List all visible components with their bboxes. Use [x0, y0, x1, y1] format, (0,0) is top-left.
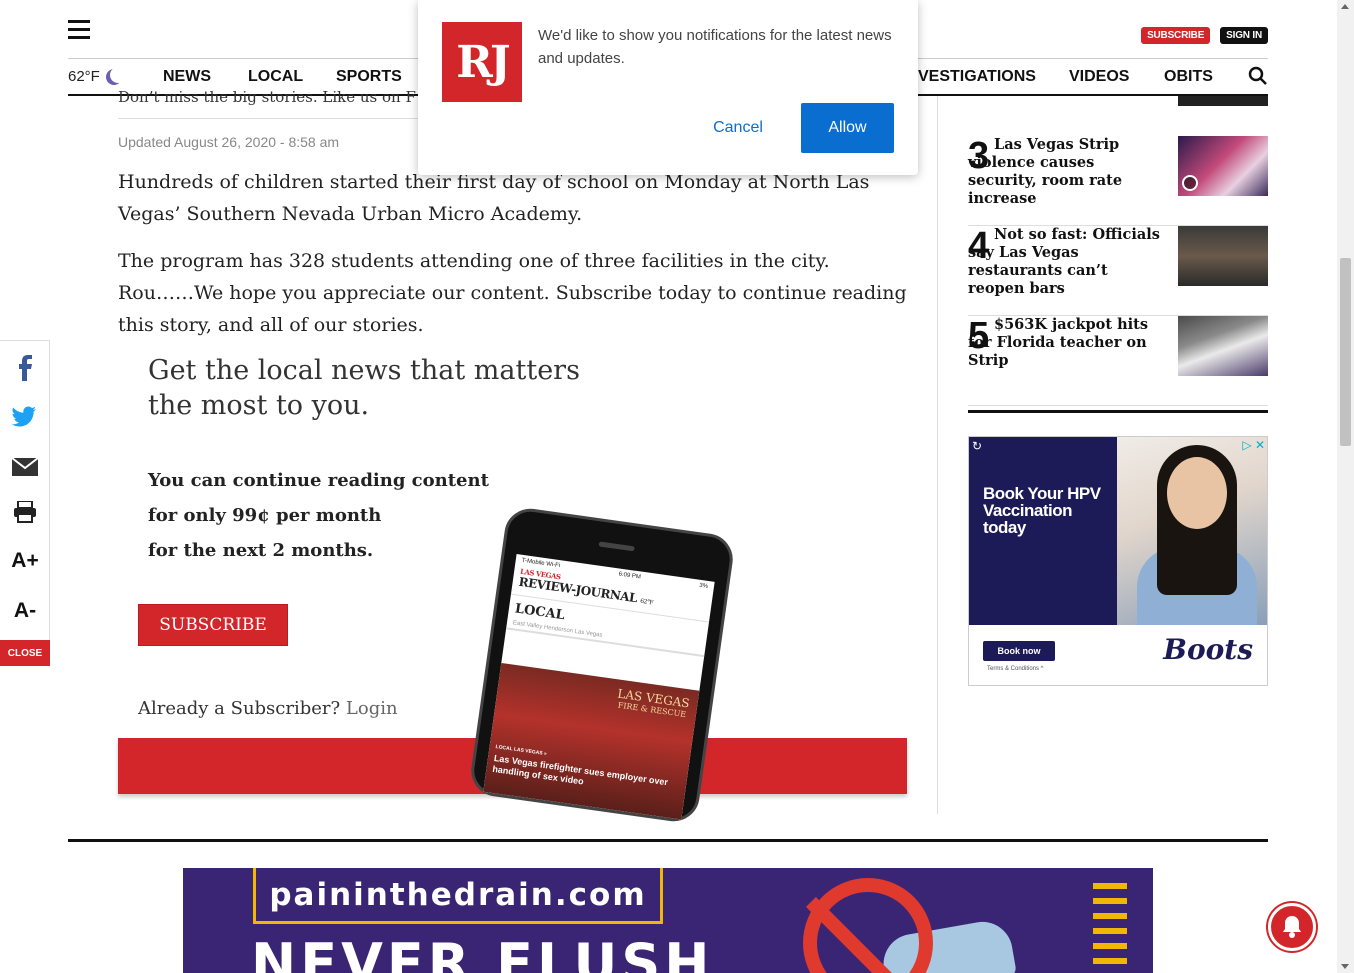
nav-investigations[interactable]: VESTIGATIONS [918, 68, 1036, 86]
signin-button[interactable]: SIGN IN [1220, 27, 1268, 44]
share-close-button[interactable]: CLOSE [0, 640, 50, 666]
nav-sports[interactable]: SPORTS [336, 68, 402, 86]
trending-thumbnail[interactable] [1178, 136, 1268, 196]
ad-headline-line: Vaccination [983, 501, 1072, 520]
banner-headline: NEVER FLUSH [251, 932, 714, 973]
article-paragraph: Hundreds of children started their first… [118, 171, 870, 225]
article-updated: Updated August 26, 2020 - 8:58 am [118, 134, 340, 150]
section-rule [68, 839, 1268, 842]
twitter-icon[interactable] [0, 406, 50, 428]
font-decrease-button[interactable]: A- [0, 599, 50, 623]
trending-item[interactable]: 4 Not so fast: Officials say Las Vegas r… [968, 226, 1268, 316]
article-promo-line: Don’t miss the big stories. Like us on F [118, 88, 416, 106]
phone-screen: T-Mobile Wi-Fi 6:09 PM 3% LAS VEGAS REVI… [483, 554, 715, 820]
display-ad[interactable]: ↻ Book Your HPV Vaccination today ▷ ✕ Bo… [968, 436, 1268, 686]
banner-stripes [1093, 883, 1127, 973]
ad-navy-panel: ↻ Book Your HPV Vaccination today [969, 437, 1117, 625]
scroll-up-arrow[interactable] [1341, 4, 1349, 9]
divider [118, 118, 418, 119]
ad-book-button[interactable]: Book now [983, 641, 1055, 661]
banner-url: paininthedrain.com [253, 868, 663, 924]
notification-bell-icon[interactable] [1268, 903, 1316, 951]
cancel-button[interactable]: Cancel [696, 103, 780, 153]
adchoices-icon[interactable]: ▷ ✕ [1242, 438, 1265, 452]
phone-illustration: T-Mobile Wi-Fi 6:09 PM 3% LAS VEGAS REVI… [467, 505, 737, 825]
weather-temp: 62°F [68, 68, 100, 85]
trending-title[interactable]: Las Vegas Strip violence causes security… [968, 136, 1168, 208]
trending-item[interactable]: 5 $563K jackpot hits for Florida teacher… [968, 316, 1268, 406]
paywall-offer-line: for the next 2 months. [148, 540, 374, 561]
phone-battery: 3% [698, 582, 709, 590]
allow-button[interactable]: Allow [801, 103, 894, 153]
phone-caption: LOCAL LAS VEGAS » Las Vegas firefighter … [492, 742, 685, 801]
notification-permission-popup: RJ We'd like to show you notifications f… [418, 0, 918, 175]
share-toolbar: A+ A- CLOSE [0, 340, 50, 666]
paywall-heading-line: the most to you. [148, 390, 370, 421]
moon-icon [110, 67, 126, 83]
menu-icon[interactable] [68, 20, 90, 40]
print-icon[interactable] [0, 501, 50, 523]
bell-icon [1283, 916, 1301, 938]
paywall-login-prompt: Already a Subscriber? Login [138, 698, 398, 719]
phone-speaker [598, 541, 635, 552]
already-subscriber-text: Already a Subscriber? [138, 698, 341, 719]
ad-terms[interactable]: Terms & Conditions ^ [987, 666, 1044, 672]
phone-fire-truck-photo: LAS VEGAS FIRE & RESCUE LOCAL LAS VEGAS … [483, 662, 700, 820]
trending-title[interactable]: Not so fast: Officials say Las Vegas res… [968, 226, 1168, 298]
email-icon[interactable] [0, 457, 50, 477]
font-increase-button[interactable]: A+ [0, 549, 50, 573]
nav-obits[interactable]: OBITS [1164, 68, 1213, 86]
prohibited-icon [803, 878, 933, 973]
trending-title[interactable]: $563K jackpot hits for Florida teacher o… [968, 316, 1168, 370]
search-icon[interactable] [1248, 66, 1268, 86]
ad-headline: Book Your HPV Vaccination today [983, 485, 1101, 536]
sidebar-thumbnail [1178, 96, 1268, 106]
scroll-down-arrow[interactable] [1341, 964, 1349, 969]
nav-local[interactable]: LOCAL [248, 68, 303, 86]
sidebar-rule [968, 410, 1268, 413]
paywall-offer: You can continue reading content for onl… [148, 463, 528, 568]
login-link[interactable]: Login [346, 698, 398, 719]
ad-headline-line: today [983, 518, 1026, 537]
banner-ad[interactable]: paininthedrain.com NEVER FLUSH [183, 868, 1153, 973]
nav-videos[interactable]: VIDEOS [1069, 68, 1129, 86]
paywall-heading: Get the local news that matters the most… [148, 353, 588, 423]
nav-news[interactable]: NEWS [163, 68, 211, 86]
ad-brand-logo: Boots [1163, 633, 1253, 666]
scrollbar[interactable] [1337, 0, 1354, 973]
facebook-icon[interactable] [0, 355, 50, 381]
trending-thumbnail[interactable] [1178, 226, 1268, 286]
trending-item[interactable]: 3 Las Vegas Strip violence causes securi… [968, 136, 1268, 226]
paywall-offer-line: You can continue reading content [148, 470, 489, 491]
article-paragraph: The program has 328 students attending o… [118, 250, 907, 336]
ad-headline-line: Book Your HPV [983, 484, 1101, 503]
ad-photo: ▷ ✕ [1117, 437, 1267, 627]
video-play-icon [1182, 175, 1198, 191]
ad-person-face [1167, 457, 1227, 529]
phone-temp: 62°F [639, 597, 654, 607]
column-divider [937, 96, 938, 814]
trending-thumbnail[interactable] [1178, 316, 1268, 376]
subscribe-button[interactable]: SUBSCRIBE [1141, 27, 1211, 44]
replay-icon[interactable]: ↻ [972, 439, 982, 453]
paywall-offer-line: for only 99¢ per month [148, 505, 382, 526]
weather-widget[interactable]: 62°F [68, 68, 163, 85]
scroll-thumb[interactable] [1340, 258, 1351, 446]
paywall-subscribe-button[interactable]: SUBSCRIBE [138, 604, 288, 646]
phone-time: 6:09 PM [618, 571, 642, 581]
phone-photo-title: LAS VEGAS FIRE & RESCUE [615, 687, 691, 722]
rj-logo: RJ [442, 22, 522, 102]
popup-message: We'd like to show you notifications for … [538, 27, 892, 67]
paywall-heading-line: Get the local news that matters [148, 355, 580, 386]
ad-footer: Book now Terms & Conditions ^ Boots [969, 625, 1267, 685]
